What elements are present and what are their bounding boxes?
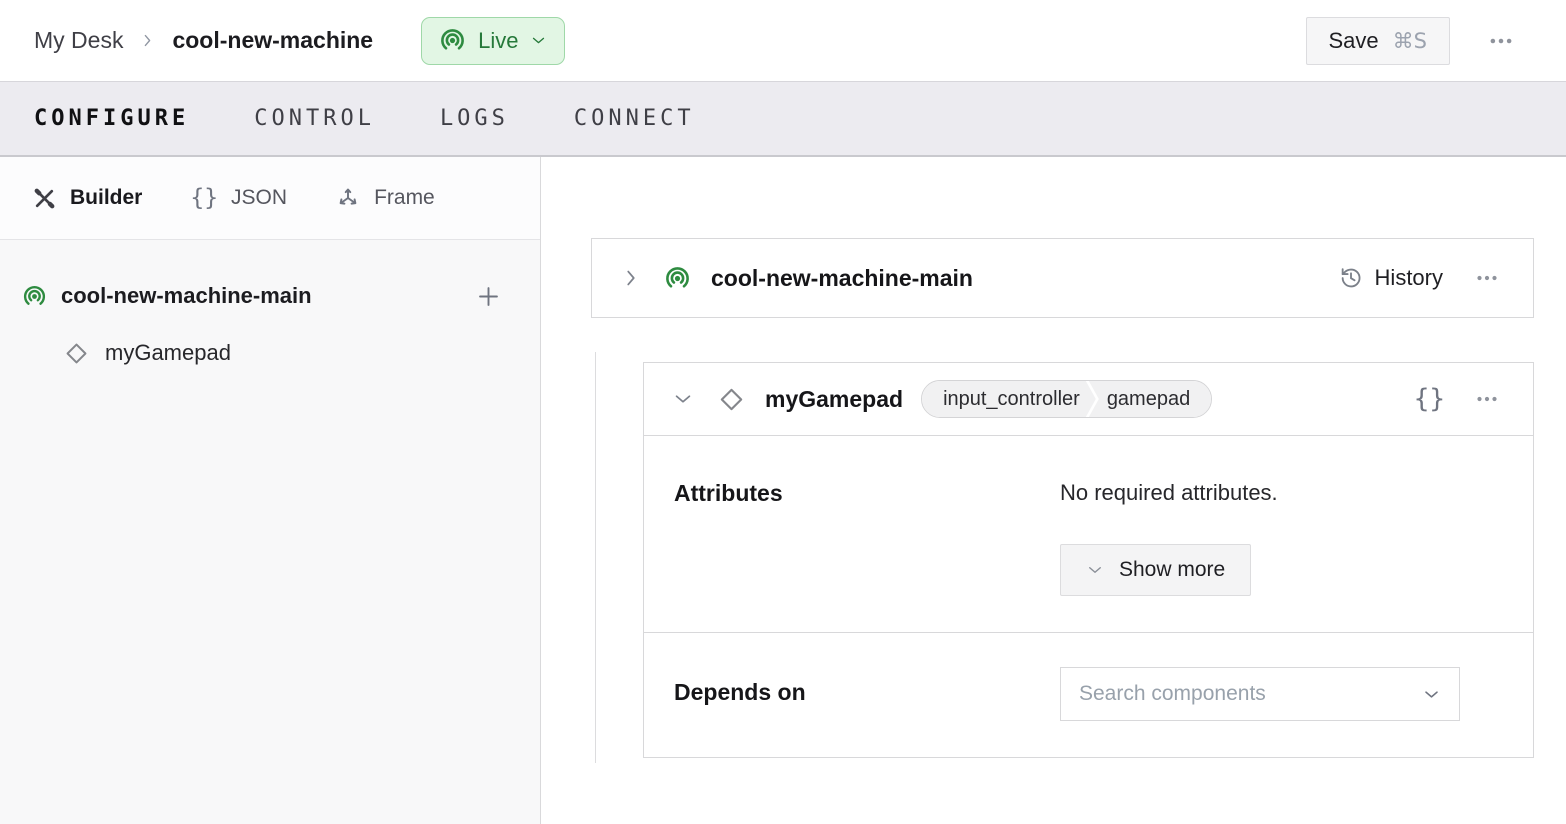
view-toggle-builder[interactable]: Builder	[32, 186, 142, 211]
tab-control[interactable]: CONTROL	[254, 106, 375, 131]
tab-configure[interactable]: CONFIGURE	[34, 106, 189, 131]
tree-item-machine[interactable]: cool-new-machine-main	[22, 270, 504, 322]
json-toggle-label: JSON	[231, 186, 287, 210]
tree-machine-label: cool-new-machine-main	[61, 283, 459, 309]
app-root: My Desk cool-new-machine Live Save ⌘S CO…	[0, 0, 1566, 824]
component-card-wrapper: myGamepad input_controller gamepad {} At…	[591, 362, 1534, 758]
component-tree: cool-new-machine-main myGamepad	[0, 240, 540, 376]
config-sidebar: Builder {} JSON Frame	[0, 157, 541, 824]
save-button-label: Save	[1329, 28, 1379, 54]
attributes-body: No required attributes. Show more	[1060, 480, 1503, 596]
tree-item-component[interactable]: myGamepad	[64, 330, 504, 376]
component-card-header[interactable]: myGamepad input_controller gamepad {}	[644, 363, 1533, 436]
frame-axes-icon	[335, 185, 361, 211]
frame-toggle-label: Frame	[374, 186, 435, 210]
config-main-panel: cool-new-machine-main History	[541, 157, 1566, 824]
attributes-empty-message: No required attributes.	[1060, 480, 1503, 506]
machine-tab-bar: CONFIGURE CONTROL LOGS CONNECT	[0, 81, 1566, 157]
breadcrumb: My Desk cool-new-machine	[34, 27, 373, 54]
live-status-dropdown[interactable]: Live	[421, 17, 565, 65]
chevron-down-icon	[1422, 685, 1441, 704]
history-clock-icon	[1338, 265, 1364, 291]
component-card: myGamepad input_controller gamepad {} At…	[643, 362, 1534, 758]
broadcast-live-icon	[664, 265, 691, 292]
header-more-menu-button[interactable]	[1482, 22, 1520, 60]
depends-on-body	[1060, 667, 1503, 721]
machine-card-more-menu[interactable]	[1469, 260, 1505, 296]
history-button[interactable]: History	[1338, 265, 1443, 291]
attributes-heading: Attributes	[674, 480, 1060, 596]
component-diamond-icon	[718, 386, 745, 413]
chevron-right-icon	[139, 32, 156, 49]
tab-logs[interactable]: LOGS	[440, 106, 509, 131]
save-button[interactable]: Save ⌘S	[1306, 17, 1451, 65]
machine-part-card-header[interactable]: cool-new-machine-main History	[591, 238, 1534, 318]
breadcrumb-current: cool-new-machine	[172, 27, 373, 54]
save-shortcut-hint: ⌘S	[1393, 29, 1427, 53]
component-more-menu[interactable]	[1469, 381, 1505, 417]
tab-connect[interactable]: CONNECT	[574, 106, 695, 131]
view-toggle-frame[interactable]: Frame	[335, 185, 435, 211]
attributes-section: Attributes No required attributes. Show …	[644, 436, 1533, 632]
component-diamond-icon	[64, 341, 89, 366]
add-component-button[interactable]	[473, 281, 504, 312]
machine-part-title: cool-new-machine-main	[711, 265, 1338, 292]
edit-json-button[interactable]: {}	[1414, 384, 1445, 414]
expand-chevron-right-icon[interactable]	[620, 267, 642, 289]
component-model-label: gamepad	[1089, 381, 1211, 417]
content-area: Builder {} JSON Frame	[0, 157, 1566, 824]
live-status-label: Live	[478, 28, 518, 54]
tools-icon	[32, 186, 57, 211]
breadcrumb-parent-link[interactable]: My Desk	[34, 27, 123, 54]
top-header: My Desk cool-new-machine Live Save ⌘S	[0, 0, 1566, 81]
component-title: myGamepad	[765, 386, 903, 413]
tree-component-label: myGamepad	[105, 340, 231, 366]
curly-braces-icon: {}	[190, 187, 218, 210]
view-mode-toggle: Builder {} JSON Frame	[0, 157, 540, 240]
search-components-input[interactable]	[1079, 682, 1422, 706]
component-type-label: input_controller	[922, 381, 1096, 417]
show-more-label: Show more	[1119, 558, 1225, 582]
chevron-down-icon	[1086, 561, 1104, 579]
chevron-down-icon	[530, 32, 547, 49]
broadcast-live-icon	[22, 284, 47, 309]
builder-toggle-label: Builder	[70, 186, 142, 210]
collapse-chevron-down-icon[interactable]	[672, 388, 694, 410]
depends-on-select[interactable]	[1060, 667, 1460, 721]
depends-on-heading: Depends on	[674, 679, 1060, 721]
depends-on-section: Depends on	[644, 632, 1533, 757]
broadcast-live-icon	[439, 27, 466, 54]
show-more-button[interactable]: Show more	[1060, 544, 1251, 596]
history-label: History	[1375, 265, 1443, 291]
view-toggle-json[interactable]: {} JSON	[190, 186, 287, 210]
component-type-badge: input_controller gamepad	[921, 380, 1212, 418]
